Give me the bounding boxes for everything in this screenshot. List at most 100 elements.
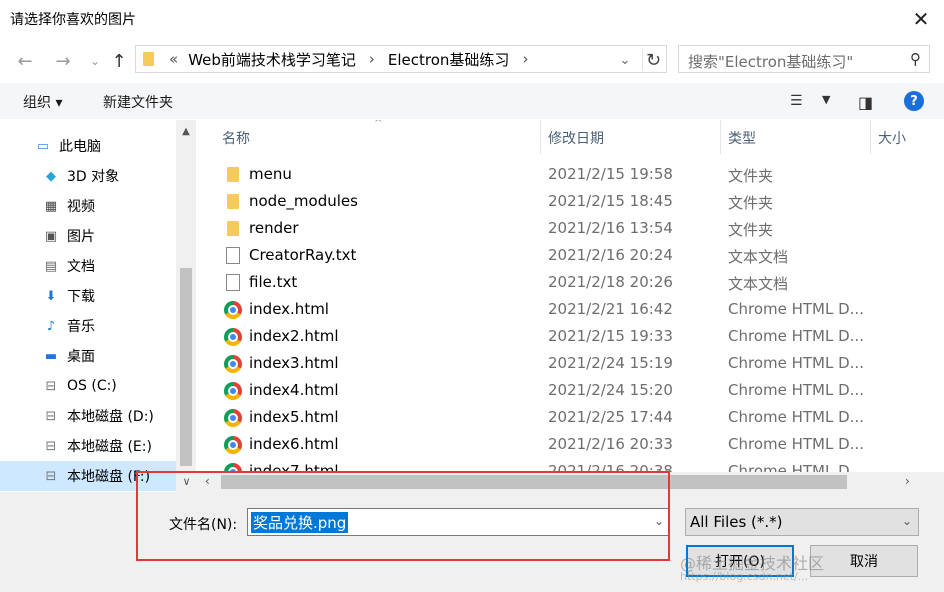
folder-icon: [227, 221, 239, 236]
file-row[interactable]: index3.html 2021/2/24 15:19 Chrome HTML …: [197, 350, 944, 377]
file-name: node_modules: [249, 192, 358, 210]
nav-item-drive-e[interactable]: ⊟ 本地磁盘 (E:): [0, 431, 176, 461]
help-icon[interactable]: ?: [904, 91, 924, 111]
file-row[interactable]: index6.html 2021/2/16 20:33 Chrome HTML …: [197, 431, 944, 458]
scroll-right-icon[interactable]: ›: [905, 474, 910, 488]
breadcrumb-overflow[interactable]: «: [164, 50, 183, 68]
desktop-icon: ▬: [44, 348, 58, 364]
nav-item-drive-d[interactable]: ⊟ 本地磁盘 (D:): [0, 401, 176, 431]
recent-dropdown-icon[interactable]: ⌄: [84, 50, 106, 72]
computer-icon: ▭: [36, 138, 50, 154]
file-row[interactable]: file.txt 2021/2/18 20:26 文本文档: [197, 269, 944, 296]
chevron-down-icon[interactable]: ▼: [822, 93, 830, 106]
nav-item-3d-objects[interactable]: ◆ 3D 对象: [0, 161, 176, 191]
file-type: 文本文档: [728, 248, 789, 266]
file-row[interactable]: index.html 2021/2/21 16:42 Chrome HTML D…: [197, 296, 944, 323]
file-date: 2021/2/15 18:45: [548, 192, 673, 210]
filename-label: 文件名(N):: [169, 517, 238, 533]
nav-scrollbar[interactable]: ▲: [176, 120, 196, 492]
scroll-left-icon[interactable]: ‹: [205, 474, 210, 488]
nav-item-videos[interactable]: ▦ 视频: [0, 191, 176, 221]
file-date: 2021/2/16 20:38: [548, 462, 673, 472]
file-row[interactable]: index7.html 2021/2/16 20:38 Chrome HTML …: [197, 458, 944, 472]
chevron-right-icon[interactable]: ›: [514, 50, 536, 68]
file-date: 2021/2/24 15:19: [548, 354, 673, 372]
chevron-down-icon[interactable]: ⌄: [902, 514, 912, 528]
filename-value[interactable]: 奖品兑换.png: [251, 512, 349, 533]
nav-item-label: 此电脑: [59, 139, 101, 155]
column-divider[interactable]: [870, 120, 871, 154]
nav-item-label: 3D 对象: [67, 169, 120, 185]
nav-item-label: OS (C:): [67, 378, 117, 394]
close-icon[interactable]: ✕: [906, 4, 936, 34]
file-row[interactable]: CreatorRay.txt 2021/2/16 20:24 文本文档: [197, 242, 944, 269]
cube-icon: ◆: [46, 168, 56, 184]
file-name: file.txt: [249, 273, 298, 291]
horizontal-scrollbar[interactable]: ‹ ›: [197, 472, 944, 492]
file-date: 2021/2/24 15:20: [548, 381, 673, 399]
nav-item-music[interactable]: ♪ 音乐: [0, 311, 176, 341]
video-icon: ▦: [44, 198, 58, 214]
column-header-name[interactable]: 名称: [222, 128, 250, 148]
file-row[interactable]: menu 2021/2/15 19:58 文件夹: [197, 161, 944, 188]
breadcrumb-item[interactable]: Web前端技术栈学习笔记: [183, 49, 361, 70]
scrollbar-thumb[interactable]: [180, 268, 192, 466]
chevron-down-icon[interactable]: ⌄: [616, 51, 634, 69]
column-divider[interactable]: [540, 120, 541, 154]
view-options-icon[interactable]: ☰: [790, 93, 803, 109]
chevron-down-icon[interactable]: ⌄: [654, 514, 664, 528]
column-header-date[interactable]: 修改日期: [548, 128, 604, 148]
folder-icon: [227, 194, 239, 209]
preview-pane-icon[interactable]: ◨: [858, 93, 873, 112]
chevron-right-icon[interactable]: ›: [361, 50, 383, 68]
file-type-filter-value: All Files (*.*): [690, 513, 783, 531]
file-name: index.html: [249, 300, 329, 318]
search-icon[interactable]: ⚲: [910, 50, 921, 68]
file-row[interactable]: index5.html 2021/2/25 17:44 Chrome HTML …: [197, 404, 944, 431]
nav-item-drive-f[interactable]: ⊟ 本地磁盘 (F:): [0, 461, 176, 491]
text-file-icon: [226, 247, 240, 264]
file-date: 2021/2/21 16:42: [548, 300, 673, 318]
nav-item-drive-c[interactable]: ⊟ OS (C:): [0, 371, 176, 401]
folder-icon: [143, 52, 154, 66]
nav-item-label: 本地磁盘 (D:): [67, 409, 154, 425]
file-row[interactable]: index4.html 2021/2/24 15:20 Chrome HTML …: [197, 377, 944, 404]
nav-item-documents[interactable]: ▤ 文档: [0, 251, 176, 281]
nav-item-desktop[interactable]: ▬ 桌面: [0, 341, 176, 371]
file-row[interactable]: render 2021/2/16 13:54 文件夹: [197, 215, 944, 242]
chrome-icon: [224, 436, 242, 454]
scrollbar-thumb[interactable]: [221, 475, 847, 489]
chevron-down-icon[interactable]: ∨: [176, 472, 197, 492]
column-header-size[interactable]: 大小: [878, 128, 906, 148]
chrome-icon: [224, 301, 242, 319]
cancel-button[interactable]: 取消: [810, 545, 918, 577]
new-folder-button[interactable]: 新建文件夹: [103, 92, 173, 112]
nav-item-pictures[interactable]: ▣ 图片: [0, 221, 176, 251]
file-type: Chrome HTML D...: [728, 462, 864, 472]
up-arrow-icon[interactable]: ↑: [108, 50, 130, 72]
file-name: render: [249, 219, 299, 237]
column-header-type[interactable]: 类型: [728, 128, 756, 148]
file-row[interactable]: node_modules 2021/2/15 18:45 文件夹: [197, 188, 944, 215]
organize-button[interactable]: 组织 ▾: [23, 92, 62, 112]
refresh-icon[interactable]: ↻: [642, 49, 664, 71]
filename-field[interactable]: 奖品兑换.png ⌄: [247, 508, 669, 536]
breadcrumb-item[interactable]: Electron基础练习: [383, 49, 515, 70]
back-arrow-icon[interactable]: ←: [14, 50, 36, 72]
search-input[interactable]: 搜索"Electron基础练习" ⚲: [678, 45, 930, 73]
address-bar[interactable]: « Web前端技术栈学习笔记 › Electron基础练习 › ⌄ ↻: [135, 45, 667, 73]
scroll-up-icon[interactable]: ▲: [180, 126, 192, 138]
file-type: 文件夹: [728, 221, 774, 239]
column-divider[interactable]: [720, 120, 721, 154]
file-row[interactable]: index2.html 2021/2/15 19:33 Chrome HTML …: [197, 323, 944, 350]
file-date: 2021/2/16 20:24: [548, 246, 673, 264]
search-placeholder: 搜索"Electron基础练习": [688, 53, 854, 71]
file-type: Chrome HTML D...: [728, 408, 864, 426]
window-title: 请选择你喜欢的图片: [10, 12, 136, 28]
forward-arrow-icon[interactable]: →: [52, 50, 74, 72]
document-icon: ▤: [44, 258, 58, 274]
nav-item-downloads[interactable]: ⬇ 下载: [0, 281, 176, 311]
picture-icon: ▣: [44, 228, 58, 244]
file-type-filter[interactable]: All Files (*.*) ⌄: [685, 508, 919, 536]
nav-item-this-pc[interactable]: ▭ 此电脑: [0, 131, 176, 161]
